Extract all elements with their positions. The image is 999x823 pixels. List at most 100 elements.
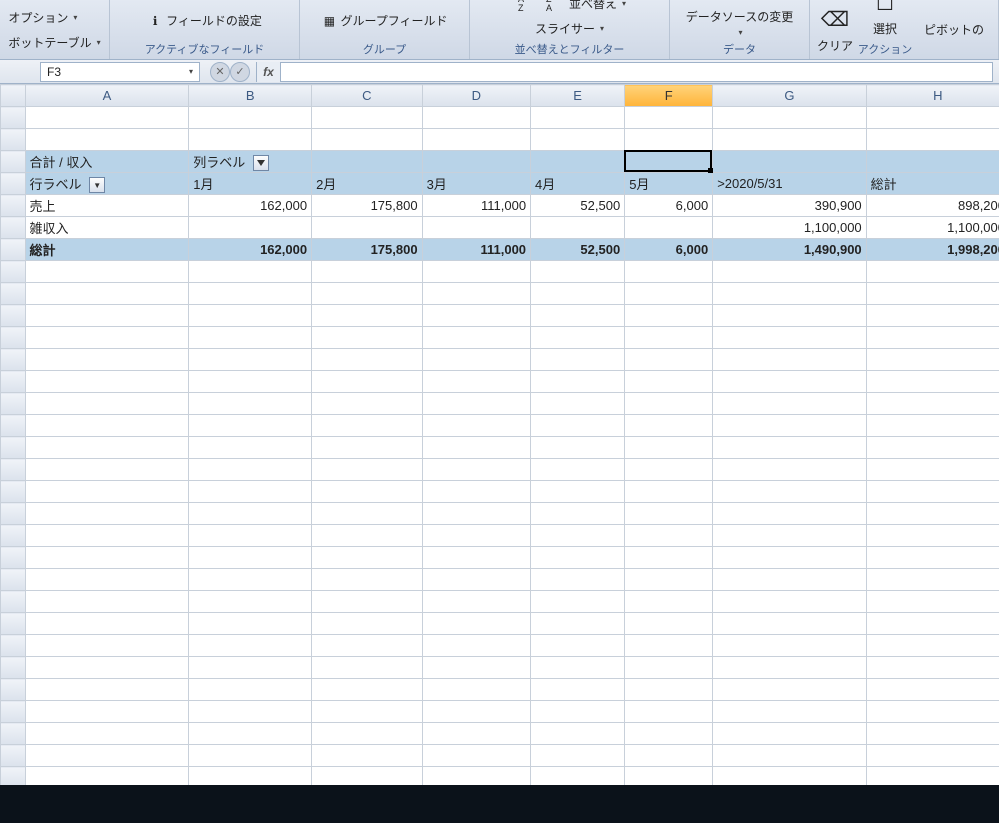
col-header-A[interactable]: A (25, 85, 189, 107)
field-settings-button[interactable]: ℹ フィールドの設定 (143, 10, 266, 31)
colhdr-2[interactable]: 2月 (312, 173, 423, 195)
row-header[interactable] (1, 173, 26, 195)
colhdr-1[interactable]: 1月 (189, 173, 312, 195)
row-header[interactable] (1, 195, 26, 217)
pivot-row-label[interactable]: 売上 (25, 195, 189, 217)
col-header-B[interactable]: B (189, 85, 312, 107)
pivot-cell[interactable]: 175,800 (312, 195, 423, 217)
group-field-button[interactable]: ▦ グループフィールド (317, 10, 451, 31)
row-header[interactable] (1, 349, 26, 371)
row-header[interactable] (1, 613, 26, 635)
row-header[interactable] (1, 415, 26, 437)
row-header[interactable] (1, 657, 26, 679)
worksheet[interactable]: A B C D E F G H 合計 / 収入 列ラベル (0, 84, 999, 823)
colhdr-4[interactable]: 4月 (531, 173, 625, 195)
col-header-D[interactable]: D (422, 85, 530, 107)
row-header[interactable] (1, 745, 26, 767)
row-header[interactable] (1, 393, 26, 415)
row-header[interactable] (1, 591, 26, 613)
ribbon-group-select: ☐ 選択 アクション (860, 0, 910, 59)
pivot-cell[interactable] (531, 217, 625, 239)
options-button[interactable]: オプション ▾ (4, 7, 81, 28)
sort-za-button[interactable]: ZA (537, 0, 561, 14)
row-header[interactable] (1, 107, 26, 129)
col-header-E[interactable]: E (531, 85, 625, 107)
pivot-grand-total[interactable]: 6,000 (625, 239, 713, 261)
row-header[interactable] (1, 437, 26, 459)
formula-input[interactable] (280, 62, 993, 82)
row-header[interactable] (1, 261, 26, 283)
select-all-corner[interactable] (1, 85, 26, 107)
pivot-cell[interactable] (625, 217, 713, 239)
row-header[interactable] (1, 371, 26, 393)
pivot-valuefield[interactable]: 合計 / 収入 (25, 151, 189, 173)
pivot-cell[interactable] (189, 217, 312, 239)
row-header[interactable] (1, 151, 26, 173)
ribbon-group-sortfilter: AZ ZA 並べ替え ▾ スライサー ▾ 並べ替えとフィルター (470, 0, 670, 59)
pivot-grand-total[interactable]: 162,000 (189, 239, 312, 261)
row-header[interactable] (1, 239, 26, 261)
pivot-cell[interactable]: 52,500 (531, 195, 625, 217)
row-header[interactable] (1, 547, 26, 569)
pivot-cell[interactable] (422, 217, 530, 239)
row-header[interactable] (1, 217, 26, 239)
colhdr-5[interactable]: 5月 (625, 173, 713, 195)
row-header[interactable] (1, 635, 26, 657)
select-button[interactable]: ☐ 選択 (867, 0, 903, 39)
refresh-button[interactable]: ⟳ 更新 (722, 0, 758, 2)
pivot-grand-total[interactable]: 1,490,900 (713, 239, 866, 261)
pivot-col-labels[interactable]: 列ラベル (189, 151, 312, 173)
enter-formula-button[interactable]: ✓ (230, 62, 250, 82)
pivot-grand-total[interactable]: 111,000 (422, 239, 530, 261)
row-header[interactable] (1, 569, 26, 591)
field-settings-label: フィールドの設定 (166, 12, 262, 29)
pivot-cell[interactable]: 390,900 (713, 195, 866, 217)
cancel-formula-button[interactable]: ✕ (210, 62, 230, 82)
colhdr-7[interactable]: 総計 (866, 173, 999, 195)
colhdr-3[interactable]: 3月 (422, 173, 530, 195)
row-header[interactable] (1, 305, 26, 327)
cell-F3[interactable] (625, 151, 713, 173)
col-header-H[interactable]: H (866, 85, 999, 107)
row-header[interactable] (1, 679, 26, 701)
slicer-button[interactable]: スライサー ▾ (531, 18, 608, 39)
pivot-grand-total-label[interactable]: 総計 (25, 239, 189, 261)
pivot-grand-total[interactable]: 52,500 (531, 239, 625, 261)
col-header-G[interactable]: G (713, 85, 866, 107)
pivot-grand-total[interactable]: 175,800 (312, 239, 423, 261)
pivottable-button[interactable]: ボットテーブル ▾ (4, 32, 104, 53)
bottom-bar (0, 785, 999, 823)
row-header[interactable] (1, 701, 26, 723)
col-labels-filter-button[interactable] (253, 155, 269, 171)
pivot-row-label[interactable]: 雑収入 (25, 217, 189, 239)
row-header[interactable] (1, 129, 26, 151)
pivot-row-labels[interactable]: 行ラベル (25, 173, 189, 195)
pivot-cell[interactable]: 1,100,000 (866, 217, 999, 239)
name-box[interactable]: F3 ▾ (40, 62, 200, 82)
col-header-F[interactable]: F (625, 85, 713, 107)
row-header[interactable] (1, 283, 26, 305)
sort-button[interactable]: 並べ替え ▾ (565, 0, 630, 14)
sort-az-button[interactable]: AZ (509, 0, 533, 14)
pivot-cell[interactable]: 111,000 (422, 195, 530, 217)
row-header[interactable] (1, 327, 26, 349)
change-source-button[interactable]: データソースの変更 ▾ (682, 6, 797, 39)
row-header[interactable] (1, 503, 26, 525)
move-pivot-button[interactable]: ピボットの (920, 19, 988, 40)
options-label: オプション (8, 9, 68, 26)
row-header[interactable] (1, 481, 26, 503)
pivot-cell[interactable] (312, 217, 423, 239)
pivot-grand-total[interactable]: 1,998,200 (866, 239, 999, 261)
fx-button[interactable]: fx (256, 62, 280, 82)
pivot-cell[interactable]: 898,200 (866, 195, 999, 217)
colhdr-6[interactable]: >2020/5/31 (713, 173, 866, 195)
pivot-cell[interactable]: 6,000 (625, 195, 713, 217)
col-header-C[interactable]: C (312, 85, 423, 107)
clear-button[interactable]: ⌫ クリア (813, 4, 857, 56)
row-header[interactable] (1, 525, 26, 547)
pivot-cell[interactable]: 1,100,000 (713, 217, 866, 239)
row-header[interactable] (1, 723, 26, 745)
row-header[interactable] (1, 459, 26, 481)
row-labels-filter-button[interactable] (89, 177, 105, 193)
pivot-cell[interactable]: 162,000 (189, 195, 312, 217)
